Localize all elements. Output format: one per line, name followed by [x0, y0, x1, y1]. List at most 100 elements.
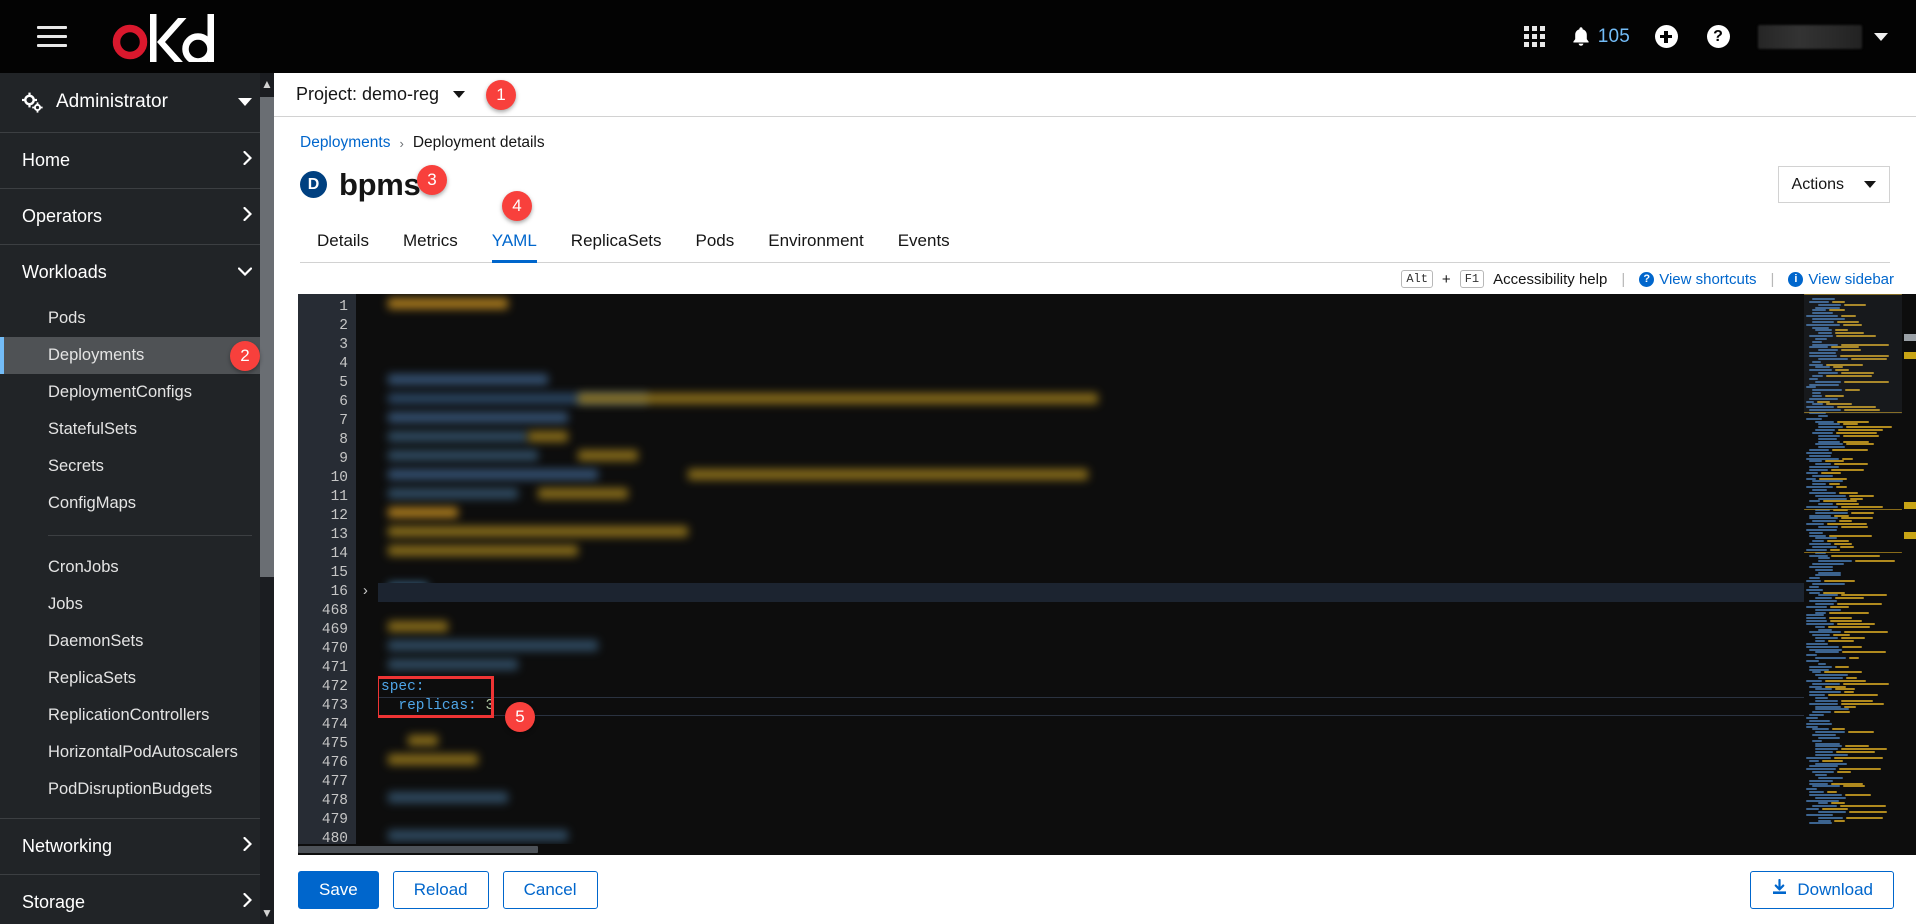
scroll-down-icon[interactable]: ▼: [260, 902, 274, 924]
bell-icon: [1572, 27, 1589, 46]
minimap-line: [1837, 622, 1876, 625]
monaco-editor[interactable]: 1 2 3 4 5 6 7 8 9 10 11 12 13 14 15 16 468 469 470 471 472 47…: [298, 294, 1916, 844]
sidebar-item-jobs[interactable]: Jobs: [0, 586, 274, 623]
chevron-down-icon: [237, 264, 253, 280]
sidebar-item-label: Pods: [48, 308, 86, 327]
okd-logo[interactable]: [110, 9, 218, 65]
sidebar-scrollbar[interactable]: ▲ ▼: [260, 73, 274, 924]
minimap-line: [1815, 608, 1842, 611]
help-question-icon[interactable]: ?: [1692, 11, 1744, 63]
tab-details[interactable]: Details: [300, 222, 386, 262]
editor-line-number-gutter: 1 2 3 4 5 6 7 8 9 10 11 12 13 14 15 16 468 469 470 471 472 47…: [298, 294, 356, 844]
sidebar-group-storage[interactable]: Storage: [0, 873, 274, 924]
sidebar-item-configmaps[interactable]: ConfigMaps: [0, 485, 274, 522]
editor-horizontal-scrollbar[interactable]: [298, 844, 1916, 855]
cogs-icon: [22, 92, 43, 113]
apps-grid-icon[interactable]: [1509, 11, 1561, 63]
sidebar-group-operators[interactable]: Operators: [0, 187, 274, 244]
sidebar-scroll-thumb[interactable]: [260, 97, 274, 577]
minimap-line: [1821, 808, 1849, 811]
kbd-alt: Alt: [1401, 270, 1433, 288]
view-sidebar-link[interactable]: i View sidebar: [1788, 271, 1894, 288]
tab-environment[interactable]: Environment: [751, 222, 880, 262]
tab-metrics[interactable]: Metrics: [386, 222, 475, 262]
sidebar-item-replicasets[interactable]: ReplicaSets: [0, 660, 274, 697]
redacted-text-segment: [538, 488, 628, 499]
reload-button[interactable]: Reload: [392, 870, 489, 909]
fold-slot: [356, 640, 378, 659]
minimap-line: [1806, 813, 1834, 816]
minimap-line: [1815, 640, 1826, 642]
actions-button[interactable]: Actions: [1777, 166, 1890, 203]
download-button[interactable]: Download: [1750, 870, 1894, 909]
sidebar-item-statefulsets[interactable]: StatefulSets: [0, 411, 274, 448]
sidebar-item-horizontalpodautoscalers[interactable]: HorizontalPodAutoscalers: [0, 734, 274, 771]
save-button[interactable]: Save: [298, 870, 379, 909]
minimap-line: [1806, 486, 1833, 489]
minimap-line: [1809, 454, 1831, 457]
sidebar-item-replicationcontrollers[interactable]: ReplicationControllers: [0, 697, 274, 734]
minimap-viewport-slider[interactable]: [1804, 294, 1902, 414]
sidebar-group-home[interactable]: Home: [0, 131, 274, 188]
project-selector[interactable]: Project: demo-reg: [296, 84, 466, 105]
line-number: 479: [321, 812, 348, 828]
tab-events[interactable]: Events: [881, 222, 967, 262]
download-icon: [1771, 878, 1788, 901]
tab-yaml[interactable]: YAML: [475, 222, 554, 263]
editor-minimap[interactable]: [1804, 294, 1916, 844]
minimap-line: [1815, 420, 1835, 423]
minimap-line: [1815, 494, 1847, 497]
minimap-line: [1815, 699, 1838, 702]
line-number: 6: [339, 394, 348, 410]
editor-code-area[interactable]: spec: replicas: 3: [378, 294, 1804, 844]
fold-slot: [356, 678, 378, 697]
line-number: 1: [339, 299, 348, 315]
sidebar-item-daemonsets[interactable]: DaemonSets: [0, 623, 274, 660]
breadcrumb-current: Deployment details: [412, 134, 545, 151]
minimap-line: [1836, 771, 1851, 774]
code-line-redacted: [378, 294, 1804, 313]
line-number: 478: [321, 793, 348, 809]
minimap-line: [1840, 526, 1869, 528]
minimap-line: [1806, 588, 1823, 591]
sidebar-item-poddisruptionbudgets[interactable]: PodDisruptionBudgets: [0, 771, 274, 808]
tab-pods[interactable]: Pods: [679, 222, 752, 262]
view-shortcuts-link[interactable]: ? View shortcuts: [1639, 271, 1756, 288]
minimap-line: [1806, 654, 1818, 657]
notifications-button[interactable]: 105: [1561, 11, 1640, 63]
sidebar-item-deploymentconfigs[interactable]: DeploymentConfigs: [0, 374, 274, 411]
sidebar-item-cronjobs[interactable]: CronJobs: [0, 549, 274, 586]
code-line-redacted: [378, 484, 1804, 503]
line-number: 11: [330, 489, 348, 505]
sidebar-item-pods[interactable]: Pods: [0, 300, 274, 337]
sidebar-group-label: Operators: [22, 205, 103, 226]
tab-replicasets[interactable]: ReplicaSets: [554, 222, 679, 262]
sidebar-group-networking[interactable]: Networking: [0, 817, 274, 874]
minimap-line: [1809, 714, 1824, 717]
minimap-line: [1829, 548, 1840, 551]
minimap-line: [1841, 457, 1854, 460]
sidebar-item-label: ConfigMaps: [48, 493, 137, 512]
editor-vertical-scrollbar[interactable]: [1902, 294, 1916, 844]
minimap-line: [1809, 719, 1830, 722]
code-line-redacted: [378, 655, 1804, 674]
scroll-up-icon[interactable]: ▲: [260, 73, 274, 95]
minimap-line: [1840, 506, 1883, 509]
add-plus-icon[interactable]: [1640, 11, 1692, 63]
fold-toggle-icon[interactable]: ›: [356, 583, 378, 602]
minimap-line: [1818, 776, 1844, 779]
cancel-button[interactable]: Cancel: [502, 870, 598, 909]
sidebar-item-secrets[interactable]: Secrets: [0, 448, 274, 485]
hamburger-icon[interactable]: [32, 17, 72, 57]
minimap-section-rule: [1804, 552, 1902, 553]
project-label: Project: demo-reg: [296, 84, 440, 104]
toolbar-separator-2: |: [1770, 270, 1775, 288]
user-menu[interactable]: [1744, 24, 1894, 49]
breadcrumb-link-deployments[interactable]: Deployments: [300, 134, 390, 152]
sidebar-group-workloads[interactable]: Workloads: [0, 243, 274, 300]
code-line-redacted: [378, 541, 1804, 560]
perspective-switcher[interactable]: Administrator: [0, 73, 274, 132]
redacted-text-segment: [528, 431, 568, 442]
editor-fold-column[interactable]: ›: [356, 294, 378, 844]
